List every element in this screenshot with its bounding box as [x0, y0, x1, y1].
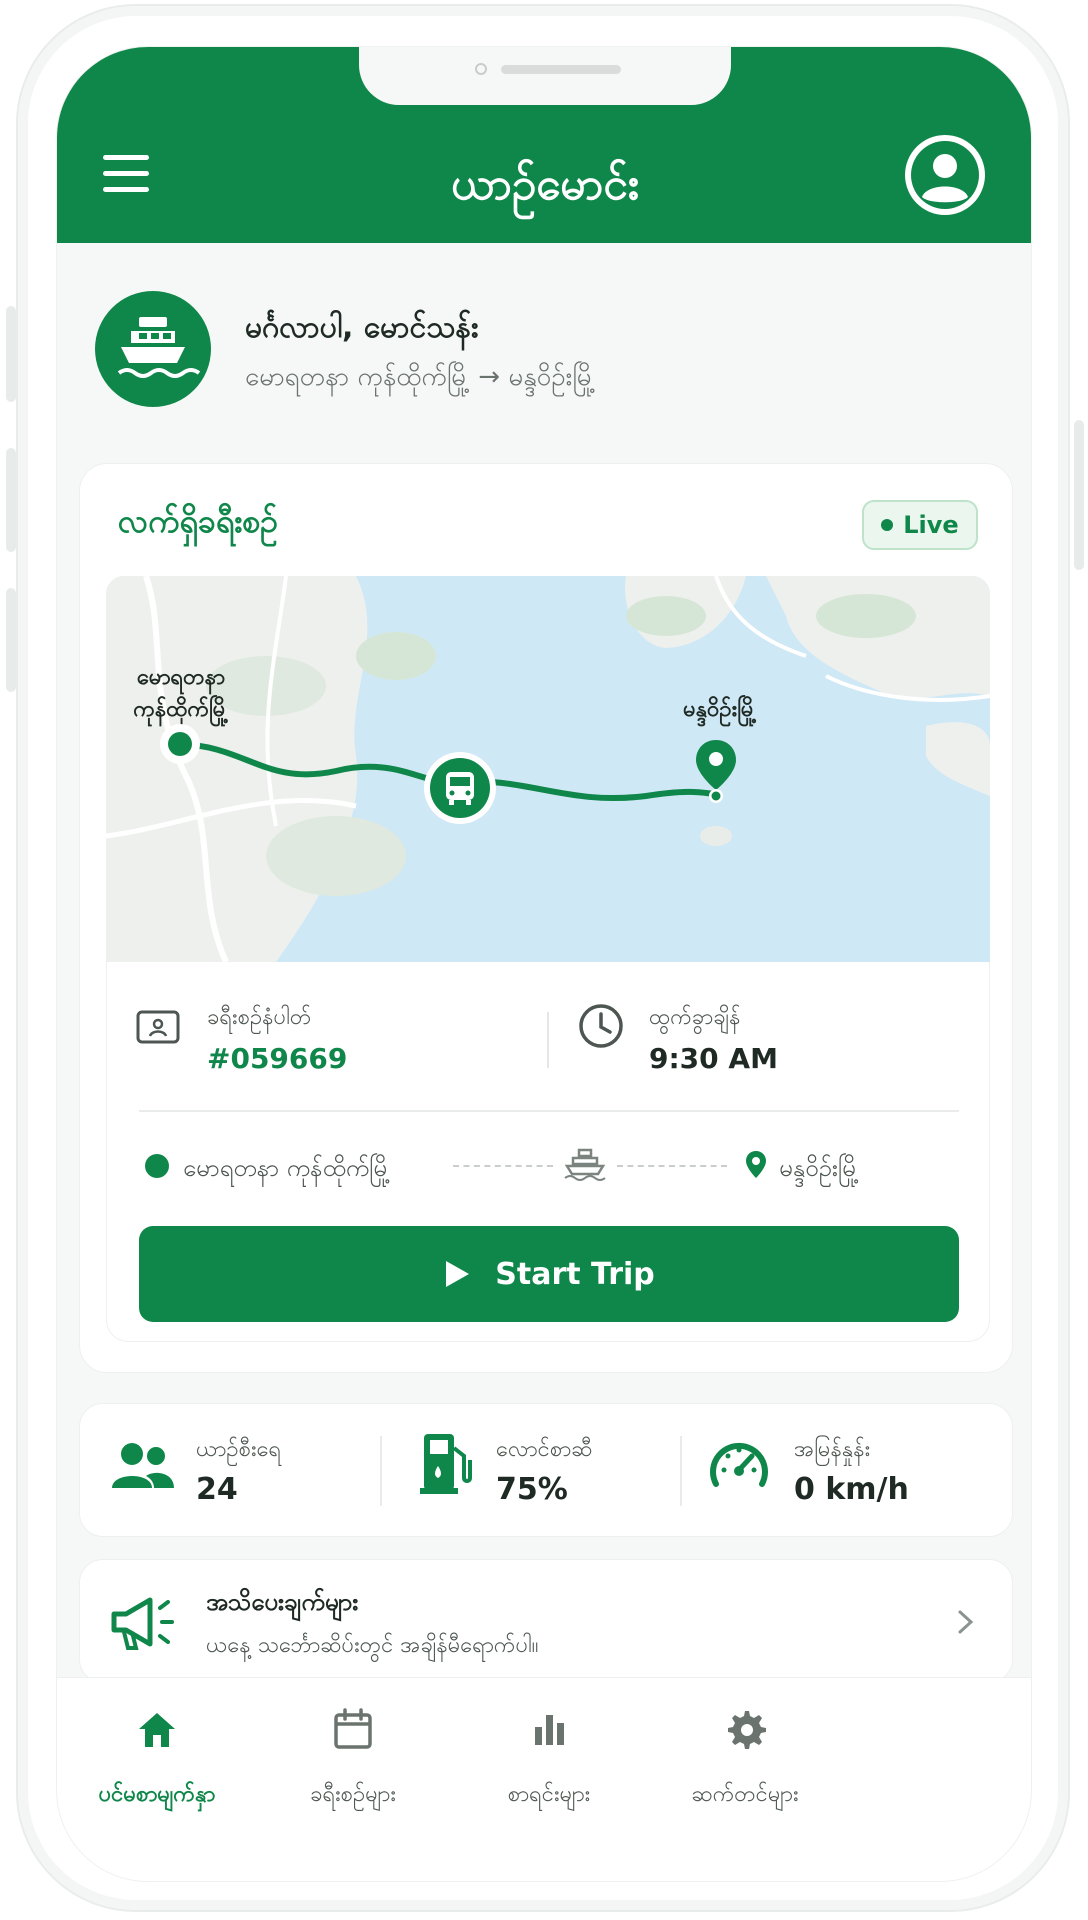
route-dash-right: [617, 1165, 727, 1167]
origin-marker-icon: [160, 724, 200, 764]
vehicle-stats: ယာဉ်စီးရေ 24 လောင်စာဆီ 75% အမြန်နှုန်း 0…: [79, 1403, 1013, 1537]
phone-side-button: [6, 448, 16, 552]
play-icon: [446, 1261, 470, 1287]
trip-map[interactable]: မောရတနာ ကုန်ထိုက်မြို့ မန္ဒဝိဉ်းမြို့: [106, 576, 990, 962]
live-label: Live: [903, 511, 959, 539]
stat-divider: [680, 1436, 682, 1506]
clock-icon: [579, 1004, 623, 1048]
nav-label: ပင်မစာမျက်နှာ: [98, 1782, 216, 1807]
main-content: မင်္ဂလာပါ, မောင်သန်း မောရတနာ ကုန်ထိုက်မြ…: [57, 243, 1031, 1783]
speedometer-icon: [710, 1442, 768, 1487]
nav-item-home[interactable]: ပင်မစာမျက်နှာ: [57, 1697, 257, 1847]
gear-icon: [728, 1711, 766, 1749]
stat-divider: [380, 1436, 382, 1506]
destination-pin-small-icon: [746, 1151, 766, 1178]
nav-label: စာရင်းများ: [507, 1782, 591, 1807]
ferry-small-icon: [564, 1148, 606, 1181]
map-origin-label-line1: မောရတနာ: [136, 665, 226, 690]
announcements-card[interactable]: အသိပေးချက်များ ယနေ့ သင်္ဘောဆိပ်းတွင် အချ…: [79, 1559, 1013, 1683]
departure-time: 9:30 AM: [649, 1042, 778, 1075]
trip-number-label: ခရီးစဉ်နံပါတ်: [207, 1005, 312, 1030]
stat-speed: အမြန်နှုန်း 0 km/h: [708, 1426, 1008, 1516]
driver-greeting: မင်္ဂလာပါ, မောင်သန်း: [245, 310, 479, 345]
announcements-title: အသိပေးချက်များ: [206, 1588, 359, 1616]
home-icon: [139, 1713, 175, 1747]
stat-fuel: လောင်စာဆီ 75%: [410, 1426, 710, 1516]
route-destination: မန္ဒဝိဉ်းမြို့: [779, 1154, 860, 1182]
trip-number-value: #059669: [207, 1042, 348, 1075]
stat-value: 75%: [496, 1472, 568, 1507]
bar-chart-icon: [535, 1715, 564, 1745]
stat-value: 24: [196, 1472, 238, 1507]
ferry-icon: [117, 317, 201, 378]
route-origin: မောရတနာ ကုန်ထိုက်မြို့: [183, 1154, 391, 1182]
vehicle-location-icon: [424, 752, 496, 824]
start-trip-label: Start Trip: [495, 1256, 655, 1292]
section-divider: [139, 1110, 959, 1112]
stat-label: ယာဉ်စီးရေ: [196, 1437, 282, 1462]
app-header: ယာဉ်မောင်း: [57, 47, 1031, 243]
map-destination-label: မန္ဒဝိဉ်းမြို့: [683, 697, 757, 722]
trip-header: မင်္ဂလာပါ, မောင်သန်း မောရတနာ ကုန်ထိုက်မြ…: [95, 291, 995, 411]
current-trip-card: လက်ရှိခရီးစဉ် Live မောရတနာ ကုန်ထိုက်မြို…: [79, 463, 1013, 1373]
stat-passengers: ယာဉ်စီးရေ 24: [110, 1426, 410, 1516]
departure-label: ထွက်ခွာချိန်: [649, 1005, 741, 1030]
trip-details: ခရီးစဉ်နံပါတ် #059669 ထွက်ခွာချိန် 9:30 …: [106, 962, 990, 1342]
passengers-icon: [112, 1443, 174, 1488]
stat-label: အမြန်နှုန်း: [794, 1437, 871, 1462]
route-row: မောရတနာ ကုန်ထိုက်မြို့ မန္ဒဝိဉ်းမြို့: [139, 1138, 959, 1192]
user-avatar-icon: [911, 141, 979, 209]
app-title: ယာဉ်မောင်း: [451, 159, 639, 210]
nav-item-trips[interactable]: ခရီးစဉ်များ: [253, 1697, 453, 1847]
megaphone-icon: [111, 1597, 174, 1650]
current-trip-title: လက်ရှိခရီးစဉ်: [118, 502, 278, 540]
nav-item-settings[interactable]: ဆက်တင်များ: [645, 1697, 845, 1847]
departure-info: ထွက်ခွာချိန် 9:30 AM: [577, 998, 967, 1088]
fuel-icon: [420, 1434, 472, 1494]
origin-dot-icon: [145, 1154, 169, 1178]
phone-side-button: [1074, 420, 1084, 570]
speaker-grille: [501, 65, 621, 74]
announcements-text: ယနေ့ သင်္ဘောဆိပ်းတွင် အချိန်မီရောက်ပါ။: [206, 1633, 539, 1658]
route-dash-left: [453, 1165, 553, 1167]
stat-label: လောင်စာဆီ: [496, 1437, 593, 1462]
phone-side-button: [6, 588, 16, 692]
live-status-badge: Live: [862, 500, 978, 550]
bottom-navigation: ပင်မစာမျက်နှာ ခရီးစဉ်များ စာရင်းများ ဆက်…: [57, 1677, 1031, 1881]
destination-pin-icon: [696, 740, 736, 803]
map-origin-label: မောရတနာ ကုန်ထိုက်မြို့: [106, 662, 256, 726]
stat-value: 0 km/h: [794, 1472, 909, 1507]
app-screen: ယာဉ်မောင်း မင်္ဂလာပါ, မောင်သန်း မောရတနာ …: [56, 46, 1032, 1882]
route-summary: မောရတနာ ကုန်ထိုက်မြို့ → မန္ဒဝိဉ်းမြို့: [245, 362, 596, 392]
start-trip-button[interactable]: Start Trip: [139, 1226, 959, 1322]
live-dot-icon: [881, 519, 894, 531]
phone-side-button: [6, 306, 16, 402]
nav-label: ခရီးစဉ်များ: [310, 1782, 396, 1807]
trip-type-badge: [95, 291, 211, 407]
trip-number-info: ခရီးစဉ်နံပါတ် #059669: [135, 998, 535, 1088]
calendar-icon: [334, 1708, 372, 1749]
profile-button[interactable]: [905, 135, 985, 215]
chevron-right-icon: [958, 1610, 974, 1634]
nav-label: ဆက်တင်များ: [691, 1782, 799, 1807]
device-notch: [359, 47, 731, 105]
ticket-id-icon: [136, 1010, 180, 1044]
info-divider: [547, 1012, 549, 1068]
nav-item-reports[interactable]: စာရင်းများ: [449, 1697, 649, 1847]
map-canvas: [106, 576, 990, 962]
camera-icon: [475, 63, 487, 75]
